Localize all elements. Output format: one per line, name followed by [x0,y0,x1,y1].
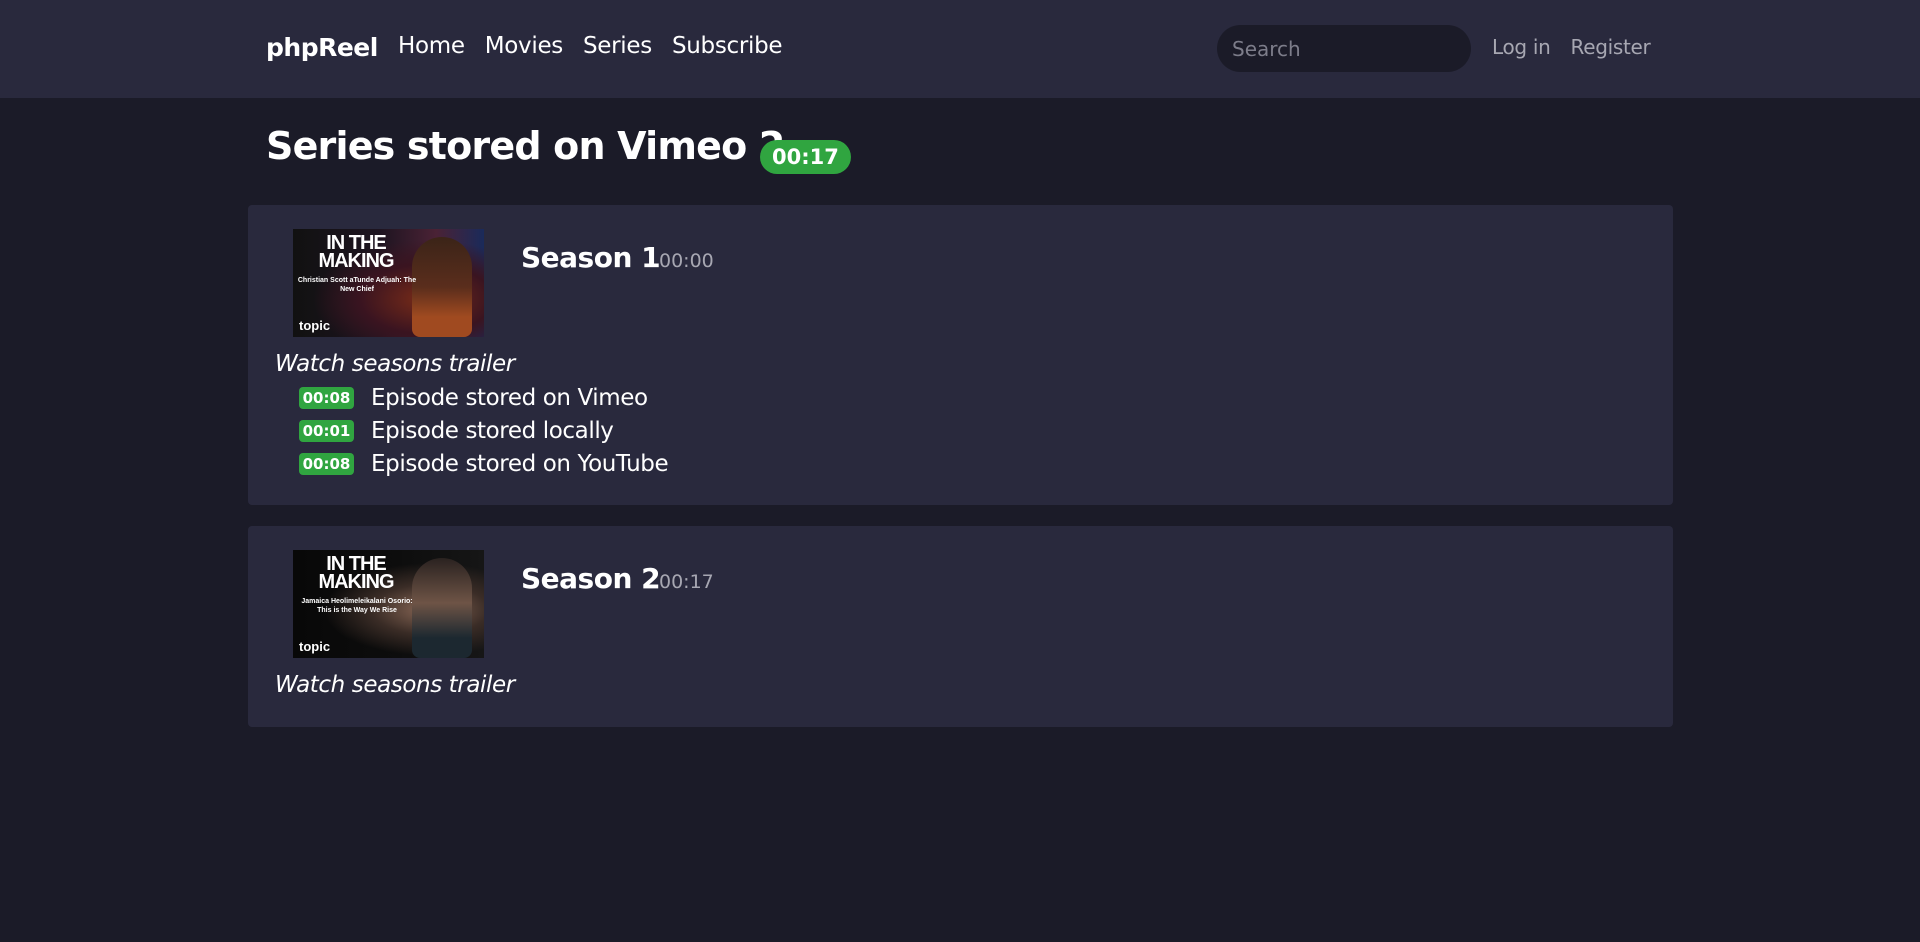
season-duration: 00:00 [659,250,714,272]
nav-link-series[interactable]: Series [583,33,652,59]
season-thumbnail[interactable]: IN THE MAKING Jamaica Heolimeleikalani O… [293,550,484,658]
series-duration-badge: 00:17 [760,140,851,174]
nav-link-movies[interactable]: Movies [485,33,564,59]
season-card: IN THE MAKING Jamaica Heolimeleikalani O… [248,526,1673,727]
page-title: Series stored on Vimeo 2 [266,124,785,168]
login-link[interactable]: Log in [1492,35,1551,59]
episode-title[interactable]: Episode stored on YouTube [371,451,669,477]
season-duration: 00:17 [659,571,714,593]
thumbnail-figure [412,558,472,658]
thumbnail-brand: topic [299,639,331,654]
register-link[interactable]: Register [1571,35,1651,59]
episode-duration-badge: 00:08 [299,452,354,475]
season-card: IN THE MAKING Christian Scott aTunde Adj… [248,205,1673,505]
main-nav: Home Movies Series Subscribe [398,33,783,59]
season-title[interactable]: Season 2 [521,562,661,595]
nav-link-home[interactable]: Home [398,33,465,59]
nav-link-subscribe[interactable]: Subscribe [672,33,783,59]
episode-item[interactable]: 00:08 Episode stored on YouTube [299,447,669,480]
episode-duration-badge: 00:01 [299,419,354,442]
episode-item[interactable]: 00:01 Episode stored locally [299,414,668,447]
watch-trailer-link[interactable]: Watch seasons trailer [275,351,515,377]
episode-duration-badge: 00:08 [299,386,354,409]
episode-title[interactable]: Episode stored locally [371,418,614,444]
watch-trailer-link[interactable]: Watch seasons trailer [275,672,515,698]
episode-title[interactable]: Episode stored on Vimeo [371,385,648,411]
search-input[interactable] [1217,25,1471,72]
episode-list: 00:08 Episode stored on Vimeo 00:01 Epis… [299,381,669,480]
thumbnail-figure [412,237,472,337]
season-thumbnail[interactable]: IN THE MAKING Christian Scott aTunde Adj… [293,229,484,337]
thumbnail-subtitle: Christian Scott aTunde Adjuah: The New C… [297,277,417,293]
episode-item[interactable]: 00:08 Episode stored on Vimeo [299,381,668,414]
top-navbar: phpReel Home Movies Series Subscribe Log… [0,0,1920,98]
brand-logo[interactable]: phpReel [266,33,378,62]
thumbnail-headline: IN THE MAKING [318,553,394,593]
auth-links: Log in Register [1492,35,1651,59]
thumbnail-headline: IN THE MAKING [318,232,394,272]
season-title[interactable]: Season 1 [521,241,661,274]
thumbnail-brand: topic [299,318,331,333]
thumbnail-subtitle: Jamaica Heolimeleikalani Osorio: This is… [301,598,413,614]
